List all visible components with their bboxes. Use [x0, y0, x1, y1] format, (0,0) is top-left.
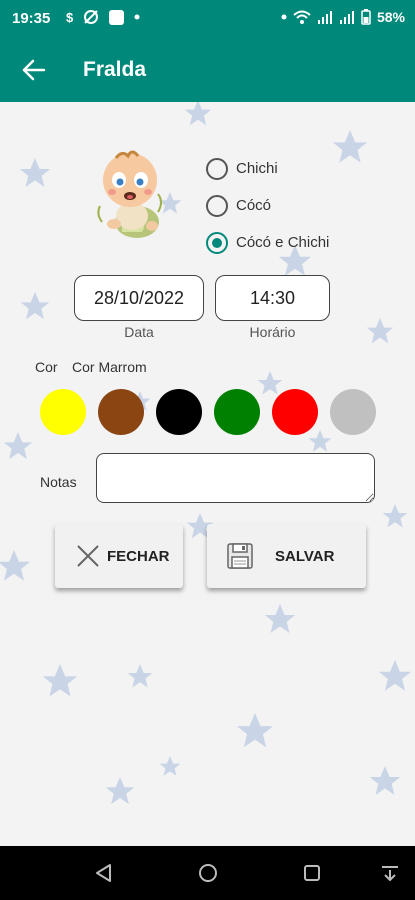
sync-off-icon [84, 10, 99, 24]
radio-button[interactable] [206, 157, 228, 180]
nav-recents-icon[interactable] [300, 861, 324, 885]
radio-label: Chichi [236, 160, 278, 177]
status-time: 19:35 [12, 10, 51, 27]
color-label: Cor [35, 359, 58, 375]
signal-icon [317, 11, 332, 24]
save-button-label: SALVAR [275, 547, 335, 565]
color-swatch-green[interactable] [214, 389, 260, 435]
notes-label: Notas [40, 474, 77, 490]
notes-input[interactable] [96, 453, 375, 503]
date-caption: Data [124, 324, 154, 340]
content-area: Chichi Cócó Cócó e Chichi 28/10/2022 Dat… [0, 102, 415, 846]
signal-icon [339, 11, 354, 24]
nav-keyboard-hide-icon[interactable] [378, 861, 402, 885]
system-nav-bar [0, 846, 415, 900]
time-field[interactable]: 14:30 [215, 275, 330, 321]
radio-button-selected[interactable] [206, 231, 228, 254]
time-caption: Horário [249, 324, 296, 340]
status-bar: 19:35 $ 58% [0, 0, 415, 36]
color-swatch-brown[interactable] [98, 389, 144, 435]
status-left-icons: $ [66, 9, 140, 25]
date-field[interactable]: 28/10/2022 [74, 275, 204, 321]
battery-percent: 58% [376, 9, 405, 25]
selected-color-name: Cor Marrom [72, 359, 147, 375]
color-swatch-yellow[interactable] [40, 389, 86, 435]
app-bar: Fralda [0, 36, 415, 102]
floppy-disk-icon [227, 543, 253, 569]
dollar-icon: $ [66, 9, 74, 25]
close-button[interactable]: FECHAR [55, 524, 183, 588]
back-button[interactable] [18, 54, 50, 86]
baby-illustration [97, 150, 162, 238]
app-square-icon [109, 9, 125, 25]
radio-label: Cócó [236, 197, 272, 214]
radio-chichi[interactable]: Chichi [206, 150, 329, 187]
diaper-type-radio-group: Chichi Cócó Cócó e Chichi [206, 150, 329, 261]
radio-label: Cócó e Chichi [236, 234, 330, 251]
save-button[interactable]: SALVAR [207, 524, 366, 588]
nav-home-icon[interactable] [196, 861, 220, 885]
radio-button[interactable] [206, 194, 228, 217]
color-swatch-gray[interactable] [330, 389, 376, 435]
nav-back-icon[interactable] [92, 861, 116, 885]
status-right-icons: 58% [281, 9, 405, 25]
radio-coco-e-chichi[interactable]: Cócó e Chichi [206, 224, 329, 261]
close-button-label: FECHAR [107, 547, 170, 565]
color-swatch-red[interactable] [272, 389, 318, 435]
x-icon [77, 545, 99, 567]
radio-coco[interactable]: Cócó [206, 187, 329, 224]
color-swatch-black[interactable] [156, 389, 202, 435]
battery-icon [361, 9, 371, 25]
dot-icon [281, 14, 287, 20]
page-title: Fralda [83, 58, 147, 81]
wifi-icon [293, 10, 311, 24]
dot-icon [134, 14, 140, 20]
